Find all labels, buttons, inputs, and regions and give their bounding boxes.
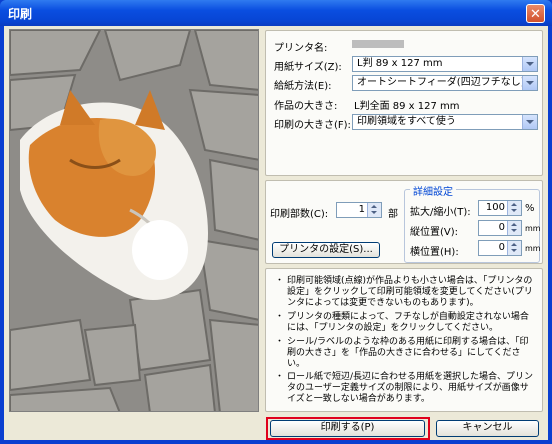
note-text: 印刷可能領域(点線)が作品よりも小さい場合は、「プリンタの設定」をクリックして印… [287,276,533,308]
vertical-position-value: 0 [498,222,505,233]
work-size-label: 作品の大きさ: [274,101,338,112]
note-text: シール/ラベルのような枠のある用紙に印刷する場合は、「印刷の大きさ」を「作品の大… [287,337,529,369]
printer-settings-button[interactable]: プリンタの設定(S)... [272,242,380,258]
horizontal-position-stepper[interactable]: 0 [478,240,522,256]
note-item: ・ ロール紙で短辺/長辺に合わせる用紙を選択した場合、プリンタのユーザー定義サイ… [275,372,535,405]
note-item: ・ シール/ラベルのような枠のある用紙に印刷する場合は、「印刷の大きさ」を「作品… [275,337,535,370]
print-button-highlight [266,417,430,440]
close-button[interactable]: ✕ [526,4,545,23]
chevron-down-icon[interactable] [522,76,537,90]
feed-method-label: 給紙方法(E): [274,81,332,92]
note-bullet: ・ [275,312,285,322]
note-text: プリンタの種類によって、フチなしが自動設定されない場合には、「プリンタの設定」を… [287,312,529,333]
chevron-down-icon[interactable] [522,115,537,129]
note-bullet: ・ [275,372,285,382]
horizontal-position-label: 横位置(H): [410,247,459,258]
print-preview-image [9,29,259,412]
note-text: ロール紙で短辺/長辺に合わせる用紙を選択した場合、プリンタのユーザー定義サイズの… [287,372,534,404]
note-item: ・ 印刷可能領域(点線)が作品よりも小さい場合は、「プリンタの設定」をクリックし… [275,276,535,309]
copies-stepper[interactable]: 1 [336,202,382,218]
vertical-position-unit: mm [525,224,541,233]
vertical-position-stepper[interactable]: 0 [478,220,522,236]
print-size-select[interactable]: 印刷領域をすべて使う [352,114,538,130]
scale-label: 拡大/縮小(T): [410,207,471,218]
detail-settings-title: 詳細設定 [410,183,456,198]
vertical-position-label: 縦位置(V): [410,227,459,238]
feed-method-value: オートシートフィーダ(四辺フチなし) [357,77,525,88]
chevron-down-icon[interactable] [522,57,537,71]
horizontal-position-unit: mm [525,244,541,253]
print-dialog-window: 印刷 ✕ プリンタ名: 用紙サイズ(Z): L判 89 x 127 mm 給紙方… [0,0,552,444]
copies-label: 印刷部数(C): [270,209,329,220]
scale-stepper[interactable]: 100 [478,200,522,216]
spin-arrows-icon[interactable] [367,203,381,217]
printer-name-label: プリンタ名: [274,43,328,54]
paper-size-label: 用紙サイズ(Z): [274,62,342,73]
cancel-button[interactable]: キャンセル [436,420,539,437]
feed-method-select[interactable]: オートシートフィーダ(四辺フチなし) [352,75,538,91]
copies-value: 1 [358,204,365,215]
scale-value: 100 [485,202,505,213]
spin-arrows-icon[interactable] [507,241,521,255]
spin-arrows-icon[interactable] [507,201,521,215]
horizontal-position-value: 0 [498,242,505,253]
copies-detail-panel: 印刷部数(C): 1 部 詳細設定 拡大/縮小(T): 100 % 縦位置(V)… [265,180,543,264]
paper-size-value: L判 89 x 127 mm [357,58,443,69]
print-size-value: 印刷領域をすべて使う [357,116,456,127]
printer-name-value [352,39,404,50]
title-bar[interactable]: 印刷 ✕ [0,0,552,26]
spin-arrows-icon[interactable] [507,221,521,235]
note-item: ・ プリンタの種類によって、フチなしが自動設定されない場合には、「プリンタの設定… [275,312,535,334]
cat-photo [10,30,258,411]
copies-unit: 部 [388,209,398,220]
paper-size-select[interactable]: L判 89 x 127 mm [352,56,538,72]
print-settings-panel: プリンタ名: 用紙サイズ(Z): L判 89 x 127 mm 給紙方法(E):… [265,30,543,176]
note-bullet: ・ [275,276,285,286]
window-title: 印刷 [8,7,33,21]
print-size-label: 印刷の大きさ(F): [274,120,351,131]
work-size-value: L判全面 89 x 127 mm [354,101,460,112]
note-bullet: ・ [275,337,285,347]
scale-unit: % [525,203,535,214]
